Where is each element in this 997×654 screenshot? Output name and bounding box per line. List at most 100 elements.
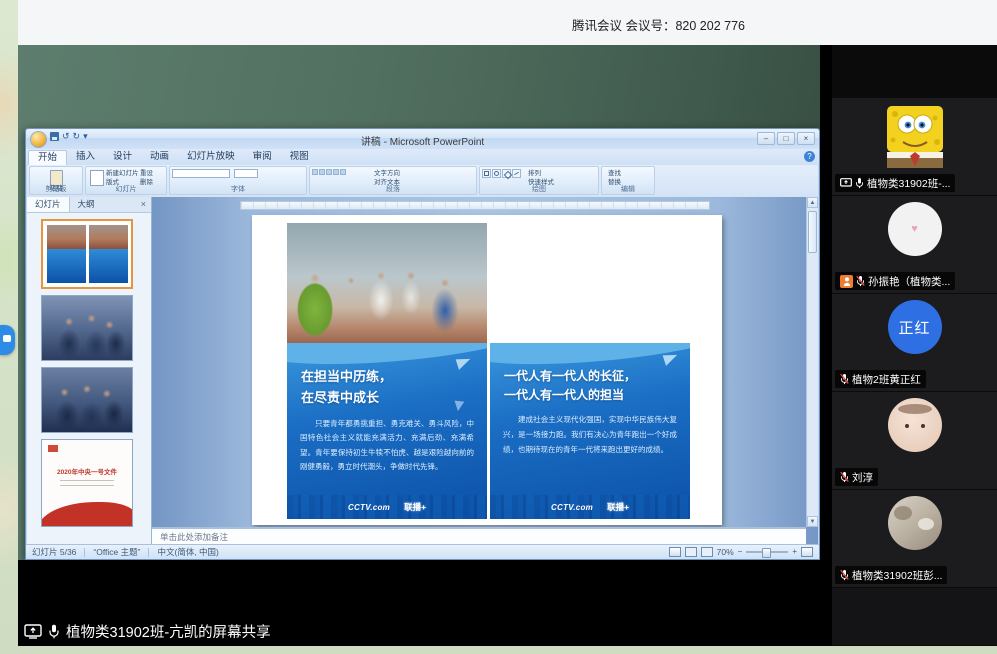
- slide-sorter-icon[interactable]: [685, 547, 697, 557]
- participant-tile[interactable]: 植物类31902班彭...: [832, 490, 997, 587]
- vertical-scrollbar[interactable]: ▲ ▼: [806, 197, 818, 527]
- ribbon-tab-row: 开始 插入 设计 动画 幻灯片放映 审阅 视图 ?: [26, 149, 819, 166]
- pane-tab-slides[interactable]: 幻灯片: [27, 197, 70, 212]
- ribbon: 粘贴 剪贴板 新建幻灯片 版式 重设 删除: [27, 165, 818, 197]
- spongebob-avatar: [883, 104, 947, 172]
- cctv-logo: CCTV.com: [551, 503, 593, 512]
- participant-tile[interactable]: ♥ 孙振艳（植物类...: [832, 196, 997, 293]
- text-direction-button[interactable]: 文字方向: [374, 169, 421, 178]
- normal-view-icon[interactable]: [669, 547, 681, 557]
- ppt-titlebar[interactable]: ↺ ↻ ▾ 讲稿 - Microsoft PowerPoint – □ ×: [26, 129, 819, 149]
- lianbo-logo: 联播+: [404, 501, 426, 513]
- chat-bubble-icon[interactable]: [0, 325, 15, 355]
- group-font: 字体: [169, 166, 307, 195]
- cctv-logo: CCTV.com: [348, 503, 390, 512]
- arrange-button[interactable]: 排列: [528, 169, 554, 178]
- photo-avatar: [888, 496, 942, 550]
- zoom-in-icon[interactable]: +: [792, 547, 797, 557]
- font-name-select[interactable]: [172, 169, 230, 178]
- language-indicator[interactable]: 中文(简体, 中国): [157, 546, 218, 558]
- help-icon[interactable]: ?: [804, 151, 815, 162]
- theme-name: “Office 主题”: [93, 546, 140, 558]
- slide-canvas[interactable]: 在担当中历练， 在尽责中成长 只要青年都勇挑重担、勇克难关、勇斗风险，中国特色社…: [252, 215, 722, 525]
- shape-diamond-icon[interactable]: [502, 169, 511, 178]
- bullets-button[interactable]: [312, 169, 318, 175]
- new-slide-icon[interactable]: [90, 170, 104, 186]
- line-spacing-button[interactable]: [340, 169, 346, 175]
- screen-share-area: ↺ ↻ ▾ 讲稿 - Microsoft PowerPoint – □ × 开始…: [18, 45, 832, 646]
- tab-insert[interactable]: 插入: [67, 149, 104, 165]
- group-slides: 新建幻灯片 版式 重设 删除 幻灯片: [85, 166, 167, 195]
- zoom-slider[interactable]: [746, 551, 788, 553]
- poster-left-photo: [287, 223, 487, 343]
- group-clipboard: 粘贴 剪贴板: [29, 166, 83, 195]
- slide-thumbnail-current[interactable]: [41, 219, 133, 289]
- poster-left: 在担当中历练， 在尽责中成长 只要青年都勇挑重担、勇克难关、勇斗风险，中国特色社…: [287, 223, 487, 519]
- lianbo-logo: 联播+: [607, 501, 629, 513]
- tab-animations[interactable]: 动画: [141, 149, 178, 165]
- notes-pane[interactable]: 单击此处添加备注: [152, 527, 806, 544]
- participant-name: 植物2班黄正红: [852, 372, 921, 387]
- tab-slideshow[interactable]: 幻灯片放映: [178, 149, 244, 165]
- poster-headline: 在尽责中成长: [301, 388, 487, 409]
- minimize-button[interactable]: –: [757, 132, 775, 145]
- poster-right-photo: [490, 223, 690, 343]
- powerpoint-window[interactable]: ↺ ↻ ▾ 讲稿 - Microsoft PowerPoint – □ × 开始…: [25, 128, 820, 560]
- group-drawing: 排列 快速样式 绘图: [479, 166, 599, 195]
- tab-home[interactable]: 开始: [28, 150, 67, 165]
- participant-name: 孙振艳（植物类...: [868, 274, 950, 289]
- numbering-button[interactable]: [319, 169, 325, 175]
- screen-share-icon: [24, 624, 42, 639]
- font-size-select[interactable]: [234, 169, 258, 178]
- poster-body: 建成社会主义现代化强国，实现中华民族伟大复兴，是一场接力跑。我们有决心为青年跑出…: [503, 413, 677, 457]
- ppt-status-bar: 幻灯片 5/36 “Office 主题” 中文(简体, 中国) 70% − +: [26, 544, 819, 559]
- participant-name: 植物类31902班-...: [867, 176, 950, 191]
- indent-decrease-button[interactable]: [326, 169, 332, 175]
- pane-close-icon[interactable]: ×: [136, 197, 151, 212]
- poster-headline: 一代人有一代人的长征，: [504, 367, 690, 386]
- indent-increase-button[interactable]: [333, 169, 339, 175]
- tab-design[interactable]: 设计: [104, 149, 141, 165]
- share-banner: 植物类31902班-亢凯的屏幕共享: [22, 618, 271, 644]
- shape-rectangle-icon[interactable]: [482, 169, 491, 178]
- horizontal-ruler: [240, 201, 710, 210]
- slide-thumbnail[interactable]: [41, 295, 133, 361]
- shape-ellipse-icon[interactable]: [492, 169, 501, 178]
- new-slide-button[interactable]: 新建幻灯片: [106, 169, 140, 178]
- fit-to-window-icon[interactable]: [801, 547, 813, 557]
- heart-avatar: ♥: [888, 202, 942, 256]
- zoom-level: 70%: [717, 547, 734, 557]
- scroll-up-icon[interactable]: ▲: [807, 197, 818, 208]
- slide-thumbnail[interactable]: [41, 367, 133, 433]
- slide-indicator: 幻灯片 5/36: [32, 546, 76, 558]
- find-button[interactable]: 查找: [608, 169, 652, 178]
- slide-editor: 在担当中历练， 在尽责中成长 只要青年都勇挑重担、勇克难关、勇斗风险，中国特色社…: [152, 197, 818, 544]
- tab-review[interactable]: 审阅: [244, 149, 281, 165]
- mic-muted-icon: [840, 471, 849, 483]
- mic-muted-icon: [856, 275, 865, 287]
- ppt-window-title: 讲稿 - Microsoft PowerPoint: [26, 133, 819, 148]
- heart-icon: ♥: [911, 223, 918, 235]
- shape-line-icon[interactable]: [512, 169, 521, 178]
- photo-avatar: [888, 398, 942, 452]
- zoom-out-icon[interactable]: −: [738, 547, 743, 557]
- tab-view[interactable]: 视图: [281, 149, 318, 165]
- pane-tab-outline[interactable]: 大纲: [70, 197, 103, 212]
- scrollbar-thumb[interactable]: [808, 211, 817, 253]
- thumbnail-title: 2020年中央一号文件: [42, 466, 132, 476]
- participant-tile[interactable]: 植物类31902班-...: [832, 98, 997, 195]
- participant-name: 刘淳: [852, 470, 873, 485]
- slide-thumbnail[interactable]: 2020年中央一号文件: [41, 439, 133, 527]
- slides-pane: 幻灯片 大纲 × 2020年中央一号文件: [27, 197, 152, 544]
- participant-tile[interactable]: 刘淳: [832, 392, 997, 489]
- paper-plane-icon: [663, 351, 680, 366]
- participant-tile[interactable]: 正红 植物2班黄正红: [832, 294, 997, 391]
- participant-tile-partial[interactable]: [832, 588, 997, 645]
- poster-headline: 在担当中历练，: [301, 367, 487, 388]
- scroll-down-icon[interactable]: ▼: [807, 516, 818, 527]
- close-button[interactable]: ×: [797, 132, 815, 145]
- restore-button[interactable]: □: [777, 132, 795, 145]
- reset-button[interactable]: 重设: [140, 169, 162, 178]
- group-paragraph: 文字方向 对齐文本 转换为 SmartArt 段落: [309, 166, 477, 195]
- slideshow-icon[interactable]: [701, 547, 713, 557]
